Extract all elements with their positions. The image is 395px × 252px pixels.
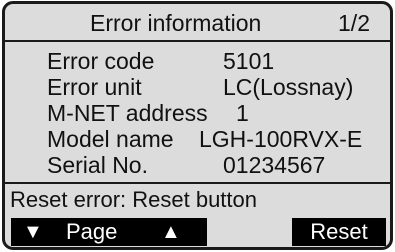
page-indicator: 1/2 [338, 10, 370, 36]
error-information-screen: Error information 1/2 Error code 5101 Er… [2, 1, 393, 250]
mnet-address-value: 1 [236, 100, 249, 126]
title-bar: Error information 1/2 [5, 4, 390, 42]
mnet-address-label: M-NET address [47, 100, 208, 126]
error-unit-label: Error unit [47, 74, 142, 100]
serial-no-value: 01234567 [223, 152, 326, 178]
triangle-down-icon[interactable]: ▼ [23, 218, 43, 246]
page-button[interactable]: ▼ Page ▲ [11, 218, 207, 246]
page-button-label: Page [66, 219, 118, 244]
reset-hint: Reset error: Reset button [10, 187, 258, 212]
error-code-label: Error code [47, 48, 155, 74]
triangle-up-icon[interactable]: ▲ [161, 218, 181, 246]
model-name-label: Model name [47, 126, 174, 152]
model-name-value: LGH-100RVX-E [199, 126, 363, 152]
page-title: Error information [90, 10, 262, 36]
error-code-value: 5101 [223, 48, 275, 74]
error-unit-value: LC(Lossnay) [223, 74, 354, 100]
footer-divider [5, 182, 390, 184]
serial-no-label: Serial No. [47, 152, 148, 178]
reset-button[interactable]: Reset [292, 218, 386, 246]
